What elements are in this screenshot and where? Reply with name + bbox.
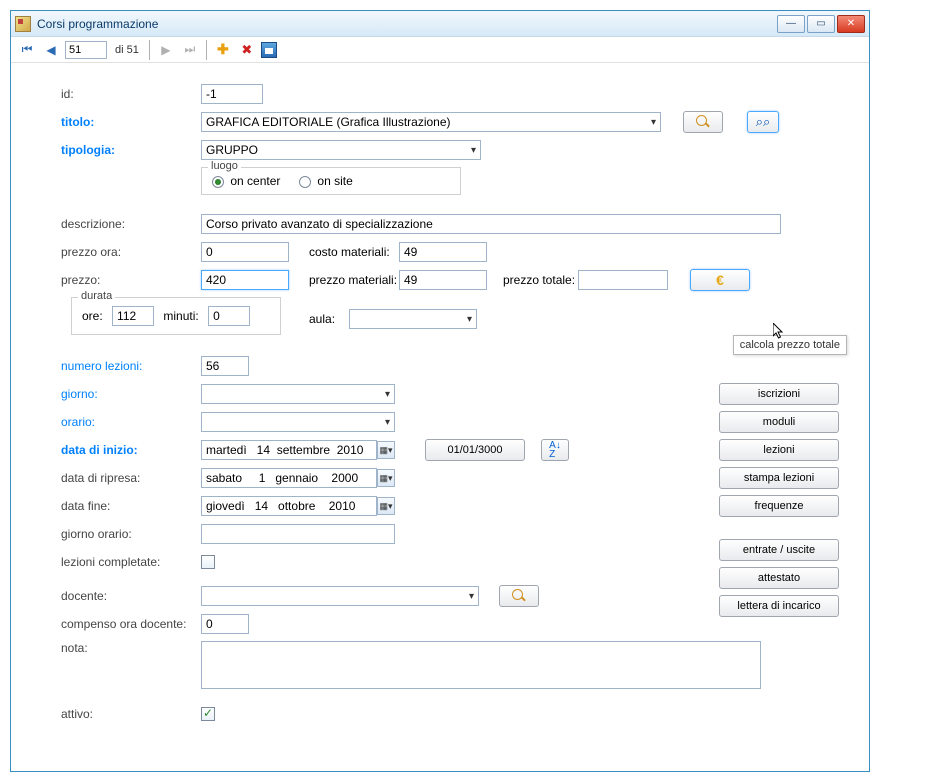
data-ripresa-label: data di ripresa: [61,471,201,485]
nota-field[interactable] [201,641,761,689]
orario-combo[interactable] [201,412,395,432]
nav-first-button[interactable]: ⏮ [17,40,37,60]
data-inizio-picker[interactable]: ▦▾ [377,441,395,459]
find-button[interactable]: ⌕⌕ [747,111,779,133]
prezzo-materiali-label: prezzo materiali: [309,273,399,287]
prezzo-totale-label: prezzo totale: [503,273,578,287]
orario-label: orario: [61,415,201,429]
descrizione-field[interactable] [201,214,781,234]
giorno-label: giorno: [61,387,201,401]
search-icon [696,115,710,129]
data-ripresa-field[interactable]: sabato 1 gennaio 2000 [201,468,377,488]
numero-lezioni-label: numero lezioni: [61,359,201,373]
frequenze-button[interactable]: frequenze [719,495,839,517]
titolo-combo[interactable]: GRAFICA EDITORIALE (Grafica Illustrazion… [201,112,661,132]
nav-prev-button[interactable]: ◀ [41,40,61,60]
giorno-orario-label: giorno orario: [61,527,201,541]
prezzo-materiali-field[interactable] [399,270,487,290]
add-button[interactable]: ✚ [213,40,233,60]
prezzo-ora-field[interactable] [201,242,289,262]
search-docente-button[interactable] [499,585,539,607]
prezzo-label: prezzo: [61,273,201,287]
search-icon [512,589,526,603]
data-fine-picker[interactable]: ▦▾ [377,497,395,515]
aula-combo[interactable] [349,309,477,329]
durata-group: durata ore: minuti: [71,297,281,335]
attivo-checkbox[interactable] [201,707,215,721]
luogo-group: luogo on center on site [201,167,461,195]
nav-next-button[interactable]: ▶ [156,40,176,60]
sort-icon: A↓Z [549,441,561,459]
id-label: id: [61,87,201,101]
docente-label: docente: [61,589,201,603]
data-fine-field[interactable]: giovedì 14 ottobre 2010 [201,496,377,516]
data-fine-label: data fine: [61,499,201,513]
search-titolo-button[interactable] [683,111,723,133]
titolo-label: titolo: [61,115,201,129]
durata-legend: durata [78,290,115,302]
minuti-label: minuti: [163,309,198,323]
sort-button[interactable]: A↓Z [541,439,569,461]
descrizione-label: descrizione: [61,217,201,231]
moduli-button[interactable]: moduli [719,411,839,433]
on-center-label: on center [230,174,280,188]
data-inizio-field[interactable]: martedì 14 settembre 2010 [201,440,377,460]
stampa-lezioni-button[interactable]: stampa lezioni [719,467,839,489]
nav-toolbar: ⏮ ◀ di 51 ▶ ⏭ ✚ ✖ [11,37,869,63]
nota-label: nota: [61,641,201,655]
prezzo-ora-label: prezzo ora: [61,245,201,259]
tipologia-label: tipologia: [61,143,201,157]
calcola-prezzo-button[interactable]: € [690,269,750,291]
prezzo-totale-field[interactable] [578,270,668,290]
entrate-uscite-button[interactable]: entrate / uscite [719,539,839,561]
minuti-field[interactable] [208,306,250,326]
minimize-button[interactable]: — [777,15,805,33]
on-center-radio[interactable] [212,176,224,188]
nav-current-input[interactable] [65,41,107,59]
iscrizioni-button[interactable]: iscrizioni [719,383,839,405]
nav-last-button[interactable]: ⏭ [180,40,200,60]
prezzo-field[interactable] [201,270,289,290]
attestato-button[interactable]: attestato [719,567,839,589]
app-icon [15,16,31,32]
attivo-label: attivo: [61,707,201,721]
nav-total-label: di 51 [111,44,143,56]
euro-icon: € [716,272,724,288]
delete-button[interactable]: ✖ [237,40,257,60]
data-ripresa-picker[interactable]: ▦▾ [377,469,395,487]
id-field[interactable] [201,84,263,104]
maximize-button[interactable]: ▭ [807,15,835,33]
close-button[interactable]: ✕ [837,15,865,33]
ore-label: ore: [82,309,103,323]
ore-field[interactable] [112,306,154,326]
lezioni-completate-label: lezioni completate: [61,555,201,569]
binoculars-icon: ⌕⌕ [756,114,771,130]
numero-lezioni-field[interactable] [201,356,249,376]
compenso-label: compenso ora docente: [61,617,201,631]
on-site-label: on site [317,174,352,188]
costo-materiali-label: costo materiali: [309,245,399,259]
lettera-incarico-button[interactable]: lettera di incarico [719,595,839,617]
lezioni-button[interactable]: lezioni [719,439,839,461]
compenso-field[interactable] [201,614,249,634]
window-title: Corsi programmazione [37,17,777,31]
giorno-combo[interactable] [201,384,395,404]
titlebar[interactable]: Corsi programmazione — ▭ ✕ [11,11,869,37]
calcola-tooltip: calcola prezzo totale [733,335,847,355]
aula-label: aula: [309,312,349,326]
lezioni-completate-checkbox[interactable] [201,555,215,569]
on-site-radio[interactable] [299,176,311,188]
costo-materiali-field[interactable] [399,242,487,262]
main-window: Corsi programmazione — ▭ ✕ ⏮ ◀ di 51 ▶ ⏭… [10,10,870,772]
docente-combo[interactable] [201,586,479,606]
data-inizio-label: data di inizio: [61,443,201,457]
giorno-orario-field[interactable] [201,524,395,544]
tipologia-combo[interactable]: GRUPPO [201,140,481,160]
save-button[interactable] [261,42,277,58]
luogo-legend: luogo [208,160,241,172]
date-reset-button[interactable]: 01/01/3000 [425,439,525,461]
